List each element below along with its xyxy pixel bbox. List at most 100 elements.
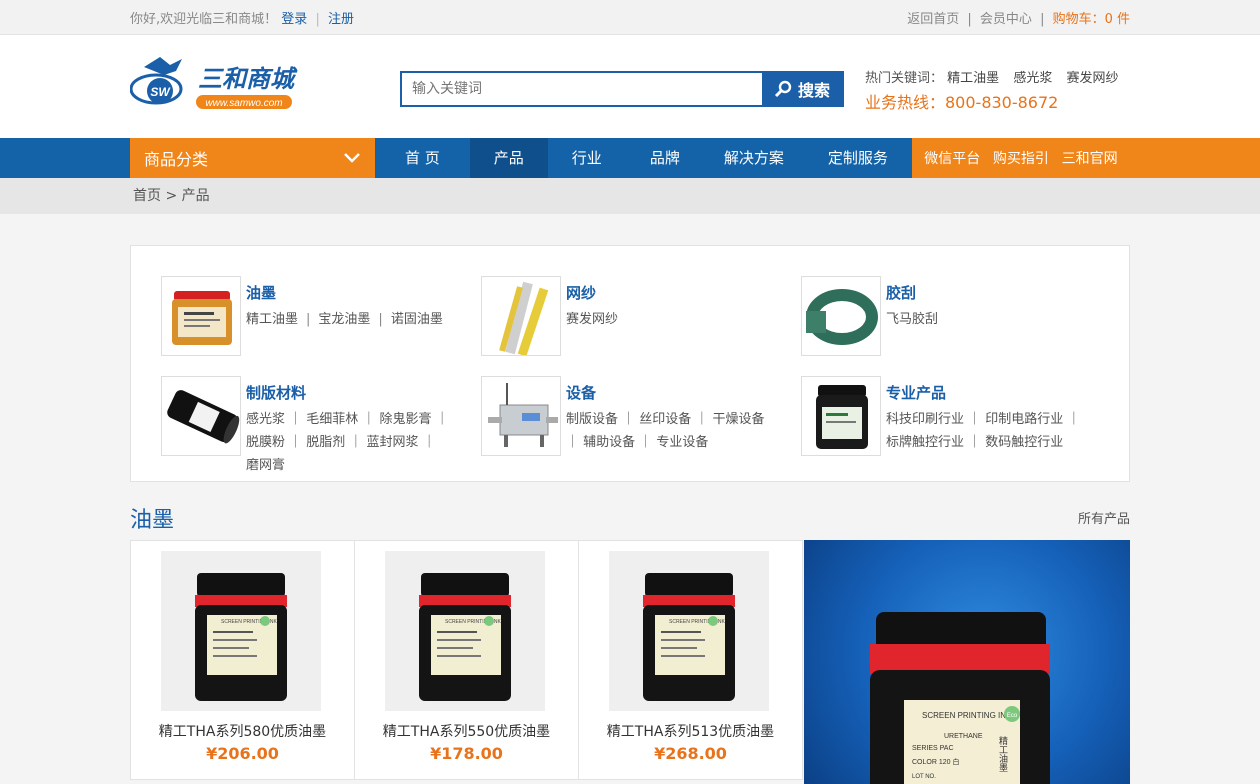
nav-item-custom[interactable]: 定制服务 [804,138,912,178]
cart-link[interactable]: 购物车：0 件 [1053,12,1130,27]
svg-text:精工油墨: 精工油墨 [997,735,1008,772]
section-header: 油墨 所有产品 [130,482,1130,540]
svg-text:URETHANE: URETHANE [944,733,983,740]
category-title[interactable]: 设备 [566,382,596,403]
promo-banner[interactable]: SCREEN PRINTING INK SERIES PAC URETHANE … [804,540,1130,784]
nav-wechat[interactable]: 微信平台 [924,148,980,168]
breadcrumb: 首页 > 产品 [133,188,210,204]
divider: | [315,12,320,27]
svg-text:COLOR 120 白: COLOR 120 白 [912,757,959,766]
search-button-label: 搜索 [797,81,830,100]
category-thumb[interactable] [161,376,241,456]
top-left: 你好,欢迎光临三和商城！ 登录 | 注册 [130,8,354,27]
category-title[interactable]: 制版材料 [246,382,306,403]
category-link-line[interactable]: 制版设备 ｜ 丝印设备 ｜ 干燥设备 [566,408,806,431]
category-link[interactable]: 宝龙油墨 [318,312,370,327]
category-link-line[interactable]: 磨网膏 [246,454,486,477]
product-name[interactable]: 精工THA系列580优质油墨 [131,721,354,741]
svg-text:Eco: Eco [1007,713,1018,719]
product-card[interactable]: SCREEN PRINTING INK 精工THA系列580优质油墨 ¥206.… [130,540,355,780]
category-link-line[interactable]: 脱膜粉 ｜ 脱脂剂 ｜ 蓝封网浆 ｜ [246,431,486,454]
top-right: 返回首页 | 会员中心 | 购物车：0 件 [907,8,1130,27]
category-title[interactable]: 网纱 [566,282,596,303]
category-equipment: 设备 制版设备 ｜ 丝印设备 ｜ 干燥设备 ｜ 辅助设备 ｜ 专业设备 [481,376,801,466]
category-link[interactable]: 诺固油墨 [391,312,443,327]
hot-keyword[interactable]: 赛发网纱 [1066,71,1118,86]
product-image[interactable]: SCREEN PRINTING INK [385,551,545,711]
svg-text:SW: SW [150,85,171,99]
hotline: 业务热线：800-830-8672 [865,93,1059,112]
all-products-link[interactable]: 所有产品 [1078,508,1130,527]
chevron-down-icon [344,153,360,163]
category-thumb[interactable] [801,376,881,456]
nav-guide[interactable]: 购买指引 [993,148,1049,168]
product-grid: SCREEN PRINTING INK 精工THA系列580优质油墨 ¥206.… [130,540,1130,784]
category-links: 感光浆 ｜ 毛细菲林 ｜ 除鬼影膏 ｜ 脱膜粉 ｜ 脱脂剂 ｜ 蓝封网浆 ｜ 磨… [246,408,486,477]
category-links: 精工油墨 | 宝龙油墨 | 诺固油墨 [246,312,443,327]
category-title[interactable]: 胶刮 [886,282,916,303]
product-card[interactable]: SCREEN PRINTING INK 精工THA系列550优质油墨 ¥178.… [354,540,579,780]
svg-text:LOT NO.: LOT NO. [912,774,936,780]
product-price: ¥206.00 [206,744,279,763]
category-title[interactable]: 专业产品 [886,382,946,403]
login-link[interactable]: 登录 [281,12,307,27]
category-link-line[interactable]: 标牌触控行业 ｜ 数码触控行业 [886,431,1126,454]
category-thumb[interactable] [161,276,241,356]
product-image[interactable]: SCREEN PRINTING INK [161,551,321,711]
nav-item-solutions[interactable]: 解决方案 [704,138,804,178]
welcome-text: 你好,欢迎光临三和商城！ [130,12,278,27]
nav-extra-bg [1130,138,1260,178]
product-card[interactable]: SCREEN PRINTING INK 精工THA系列513优质油墨 ¥268.… [578,540,803,780]
main-nav: 商品分类 首 页 产品 行业 品牌 解决方案 定制服务 微信平台 购买指引 三和… [0,138,1260,178]
nav-menu: 首 页 产品 行业 品牌 解决方案 定制服务 [375,138,912,178]
nav-official[interactable]: 三和官网 [1062,148,1118,168]
category-squeegee: 胶刮 飞马胶刮 [801,276,1121,366]
category-panel: 油墨 精工油墨 | 宝龙油墨 | 诺固油墨 网纱 赛发网纱 胶刮 飞马胶刮 制版… [130,245,1130,482]
svg-text:SERIES PAC: SERIES PAC [912,745,954,752]
divider: | [967,12,972,27]
category-dropdown[interactable]: 商品分类 [130,138,375,178]
back-home-link[interactable]: 返回首页 [907,12,959,27]
category-title[interactable]: 油墨 [246,282,276,303]
category-thumb[interactable] [801,276,881,356]
site-logo[interactable]: SW 三和商城 www.samwo.com [129,53,300,113]
header: SW 三和商城 www.samwo.com 搜索 热门关键词： 精工油墨 感光浆… [0,35,1260,138]
search-input[interactable] [402,73,762,105]
svg-text:SCREEN PRINTING INK: SCREEN PRINTING INK [922,711,1012,720]
hot-label: 热门关键词： [865,71,944,86]
category-links: 科技印刷行业 ｜ 印制电路行业 ｜ 标牌触控行业 ｜ 数码触控行业 [886,408,1126,454]
category-link-line[interactable]: 感光浆 ｜ 毛细菲林 ｜ 除鬼影膏 ｜ [246,408,486,431]
hot-keywords: 热门关键词： 精工油墨 感光浆 赛发网纱 [865,67,1118,86]
nav-item-industry[interactable]: 行业 [548,138,626,178]
svg-text:三和商城: 三和商城 [198,65,298,93]
nav-item-brand[interactable]: 品牌 [626,138,704,178]
category-mesh: 网纱 赛发网纱 [481,276,801,366]
hot-keyword[interactable]: 精工油墨 [947,71,999,86]
category-professional: 专业产品 科技印刷行业 ｜ 印制电路行业 ｜ 标牌触控行业 ｜ 数码触控行业 [801,376,1121,466]
search-icon [774,80,792,98]
nav-item-products[interactable]: 产品 [469,138,548,178]
category-thumb[interactable] [481,376,561,456]
top-bar: 你好,欢迎光临三和商城！ 登录 | 注册 返回首页 | 会员中心 | 购物车：0… [0,0,1260,35]
product-image[interactable]: SCREEN PRINTING INK [609,551,769,711]
hot-keyword[interactable]: 感光浆 [1013,71,1052,86]
svg-text:www.samwo.com: www.samwo.com [205,98,282,109]
product-name[interactable]: 精工THA系列513优质油墨 [579,721,802,741]
nav-item-home[interactable]: 首 页 [375,138,470,178]
product-price: ¥178.00 [430,744,503,763]
category-ink: 油墨 精工油墨 | 宝龙油墨 | 诺固油墨 [161,276,481,366]
category-links: 赛发网纱 [566,308,806,331]
section-title: 油墨 [130,508,175,533]
category-link[interactable]: 精工油墨 [246,312,298,327]
category-link-line[interactable]: 科技印刷行业 ｜ 印制电路行业 ｜ [886,408,1126,431]
product-price: ¥268.00 [654,744,727,763]
search-box: 搜索 [400,71,844,107]
category-link[interactable]: 赛发网纱 [566,312,618,327]
search-button[interactable]: 搜索 [762,73,842,105]
category-link[interactable]: 飞马胶刮 [886,312,938,327]
register-link[interactable]: 注册 [328,12,354,27]
member-center-link[interactable]: 会员中心 [980,12,1032,27]
category-link-line[interactable]: ｜ 辅助设备 ｜ 专业设备 [566,431,806,454]
product-name[interactable]: 精工THA系列550优质油墨 [355,721,578,741]
category-thumb[interactable] [481,276,561,356]
